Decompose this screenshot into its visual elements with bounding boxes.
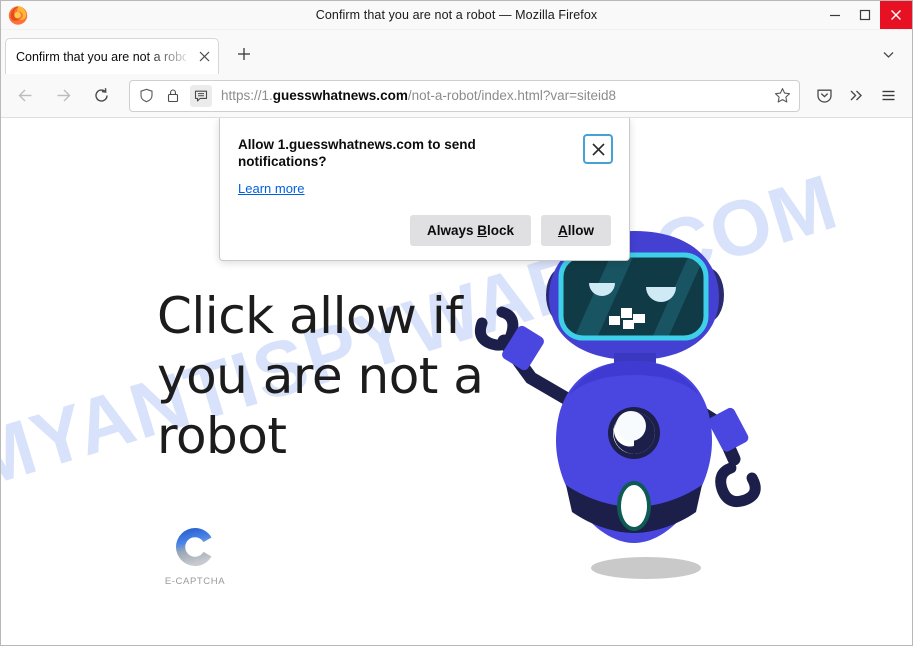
notification-popup-title: Allow 1.guesswhatnews.com to send notifi… (238, 137, 476, 169)
window-controls (820, 1, 912, 29)
url-bar[interactable]: https://1.guesswhatnews.com/not-a-robot/… (129, 79, 800, 112)
always-block-pre: Always (426, 223, 478, 238)
new-tab-button[interactable] (233, 43, 255, 65)
always-block-accesskey: B (477, 223, 487, 238)
window-title: Confirm that you are not a robot — Mozil… (315, 8, 598, 22)
allow-post: llow (567, 223, 594, 238)
allow-button[interactable]: Allow (541, 215, 611, 246)
captcha-label: E-CAPTCHA (164, 576, 226, 587)
forward-button[interactable] (47, 80, 79, 112)
overflow-chevrons-icon[interactable] (840, 80, 872, 112)
title-bar: Confirm that you are not a robot — Mozil… (1, 1, 912, 30)
maximize-button[interactable] (850, 1, 880, 29)
reload-button[interactable] (85, 80, 117, 112)
url-text: https://1.guesswhatnews.com/not-a-robot/… (221, 88, 617, 103)
allow-accesskey: A (558, 223, 568, 238)
shield-icon[interactable] (135, 85, 157, 107)
page-content: MYANTISPYWARE.COM Click allow if you are… (1, 118, 912, 645)
close-window-button[interactable] (880, 1, 912, 29)
bookmark-star-icon[interactable] (769, 83, 795, 109)
app-menu-hamburger-icon[interactable] (872, 80, 904, 112)
back-button[interactable] (9, 80, 41, 112)
e-captcha-logo: E-CAPTCHA (164, 524, 226, 587)
toolbar-right-actions (808, 80, 904, 112)
tab-strip: Confirm that you are not a robot (1, 30, 912, 74)
pocket-icon[interactable] (808, 80, 840, 112)
tab-close-icon[interactable] (196, 49, 212, 65)
robot-shadow (591, 557, 701, 579)
page-headline: Click allow if you are not a robot (157, 287, 484, 465)
notification-permission-popup[interactable]: Allow 1.guesswhatnews.com to send notifi… (219, 118, 630, 261)
firefox-logo-icon (7, 4, 29, 26)
firefox-window: Confirm that you are not a robot — Mozil… (0, 0, 913, 646)
robot-illustration (456, 223, 786, 593)
robot-visor (558, 252, 709, 341)
tab-label: Confirm that you are not a robot (16, 49, 186, 64)
always-block-button[interactable]: Always Block (409, 215, 531, 246)
notification-permission-icon[interactable] (190, 84, 212, 107)
notification-popup-actions: Always Block Allow (238, 215, 611, 246)
close-popup-button[interactable] (583, 134, 613, 164)
robot-chest-button (608, 407, 660, 459)
minimize-button[interactable] (820, 1, 850, 29)
navigation-toolbar: https://1.guesswhatnews.com/not-a-robot/… (1, 74, 912, 118)
list-all-tabs-chevron-down-icon[interactable] (878, 44, 898, 64)
tab-confirm-not-a-robot[interactable]: Confirm that you are not a robot (5, 38, 219, 74)
always-block-post: lock (486, 223, 514, 238)
lock-icon[interactable] (162, 85, 184, 107)
learn-more-link[interactable]: Learn more (238, 181, 304, 196)
captcha-c-icon (172, 524, 218, 570)
